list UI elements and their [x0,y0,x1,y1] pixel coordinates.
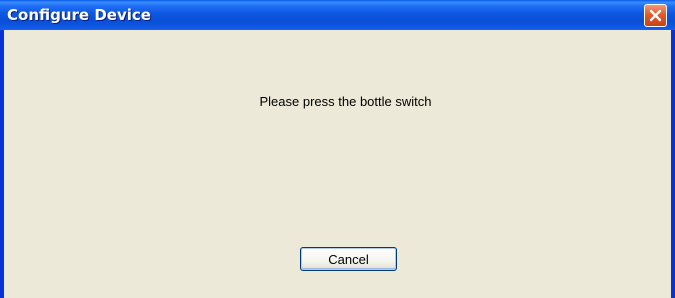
dialog-body: Please press the bottle switch Cancel [4,30,671,298]
close-button[interactable] [644,4,667,27]
window-title: Configure Device [7,6,151,24]
dialog-window: Configure Device Please press the bottle… [0,0,675,298]
cancel-button[interactable]: Cancel [300,247,397,271]
title-bar[interactable]: Configure Device [0,0,675,30]
dialog-message: Please press the bottle switch [259,94,432,109]
